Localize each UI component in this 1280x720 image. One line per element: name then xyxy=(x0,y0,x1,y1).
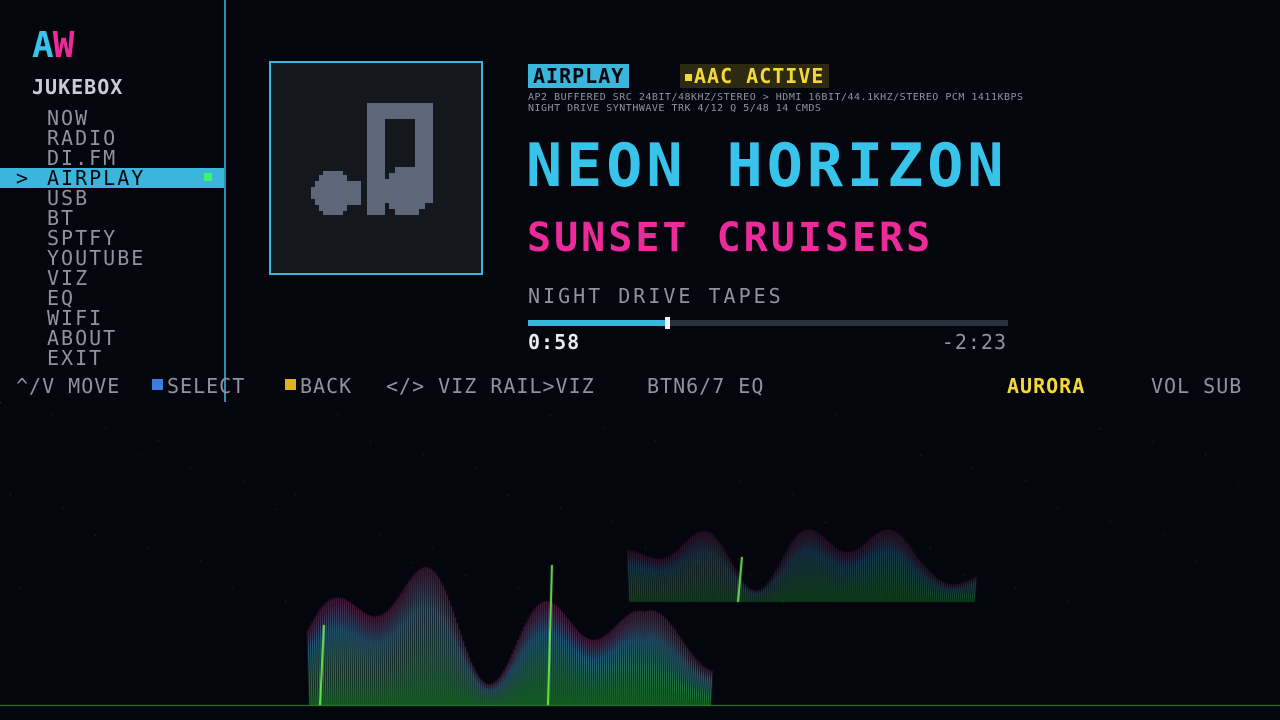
viz-preset-label: AURORA xyxy=(1007,374,1086,398)
sidebar-divider xyxy=(224,0,226,402)
track-album: NIGHT DRIVE TAPES xyxy=(528,284,784,308)
hint-select: SELECT xyxy=(152,375,245,397)
remaining-time: -2:23 xyxy=(941,330,1007,354)
hint-viz: </> VIZ RAIL>VIZ xyxy=(386,374,595,398)
track-meta-line: NIGHT DRIVE SYNTHWAVE TRK 4/12 Q 5/48 14… xyxy=(528,103,822,114)
hint-eq: BTN6/7 EQ xyxy=(647,374,765,398)
hint-volume: VOL SUB xyxy=(1151,374,1243,398)
hint-move: ^/V MOVE xyxy=(16,374,121,398)
select-key-icon xyxy=(152,379,163,390)
sidebar-item-youtube[interactable]: YOUTUBE xyxy=(0,248,224,268)
progress-fill xyxy=(528,320,667,326)
progress-bar[interactable] xyxy=(528,317,1008,329)
sidebar-item-eq[interactable]: EQ xyxy=(0,288,224,308)
sidebar-item-usb[interactable]: USB xyxy=(0,188,224,208)
control-hints-bar: ^/V MOVE SELECT BACK </> VIZ RAIL>VIZ BT… xyxy=(0,375,1280,397)
codec-badge-label: AAC ACTIVE xyxy=(694,64,825,88)
selection-caret-icon: > xyxy=(16,166,31,190)
sidebar-item-about[interactable]: ABOUT xyxy=(0,328,224,348)
stream-status-line: AP2 BUFFERED SRC 24BIT/48KHZ/STEREO > HD… xyxy=(528,92,1024,103)
sidebar-item-di-fm[interactable]: DI.FM xyxy=(0,148,224,168)
jukebox-screen: AW JUKEBOX NOW RADIO DI.FM > AIRPLAY USB … xyxy=(0,0,1280,720)
codec-indicator-icon xyxy=(685,74,692,81)
sidebar-item-sptfy[interactable]: SPTFY xyxy=(0,228,224,248)
album-art xyxy=(269,61,483,275)
music-note-icon xyxy=(311,103,433,215)
sidebar-item-exit[interactable]: EXIT xyxy=(0,348,224,368)
codec-badge: AAC ACTIVE xyxy=(680,64,830,88)
sidebar-item-wifi[interactable]: WIFI xyxy=(0,308,224,328)
hint-select-label: SELECT xyxy=(167,374,246,398)
elapsed-time: 0:58 xyxy=(528,330,581,354)
sidebar-item-now[interactable]: NOW xyxy=(0,108,224,128)
sidebar-item-bt[interactable]: BT xyxy=(0,208,224,228)
track-artist: SUNSET CRUISERS xyxy=(527,215,934,261)
sidebar-menu: NOW RADIO DI.FM > AIRPLAY USB BT SPTFY YO… xyxy=(0,108,224,368)
back-key-icon xyxy=(285,379,296,390)
active-indicator-icon xyxy=(204,173,212,181)
hint-back: BACK xyxy=(285,375,352,397)
progress-handle[interactable] xyxy=(665,317,670,329)
app-title: JUKEBOX xyxy=(32,75,124,99)
sidebar-item-airplay[interactable]: > AIRPLAY xyxy=(0,168,224,188)
sidebar-item-radio[interactable]: RADIO xyxy=(0,128,224,148)
app-logo: AW xyxy=(32,25,75,66)
hint-back-label: BACK xyxy=(300,374,353,398)
logo-letter-w: W xyxy=(52,25,75,66)
sidebar-item-viz[interactable]: VIZ xyxy=(0,268,224,288)
track-title: NEON HORIZON xyxy=(526,131,1008,201)
source-badge: AIRPLAY xyxy=(528,64,630,88)
logo-letter-a: A xyxy=(32,25,54,66)
sidebar-item-label: EXIT xyxy=(47,346,104,370)
audio-visualizer xyxy=(0,402,1280,720)
